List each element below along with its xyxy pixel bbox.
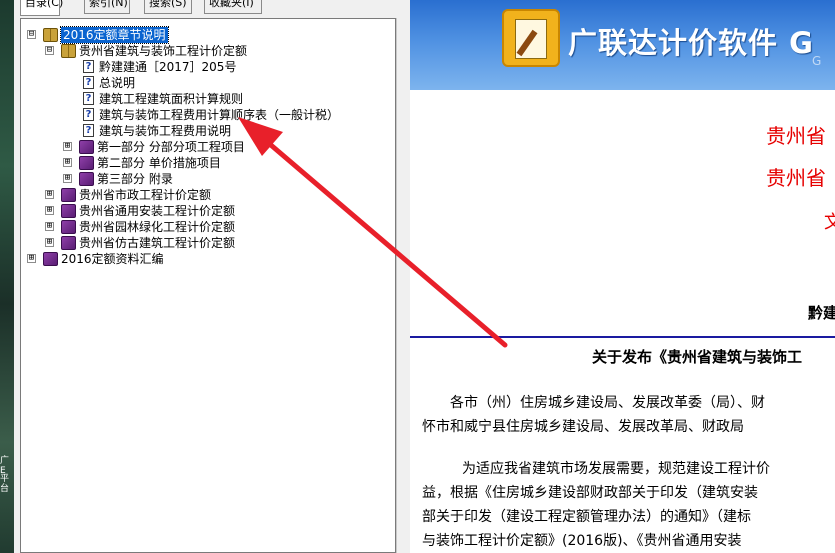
doc-header-fragment: 文 bbox=[824, 212, 835, 233]
help-page-icon: ? bbox=[83, 60, 94, 73]
book-closed-icon bbox=[79, 156, 94, 170]
tree-node-label[interactable]: 总说明 bbox=[99, 75, 135, 91]
book-closed-icon bbox=[79, 140, 94, 154]
expand-icon[interactable]: ⊞ bbox=[45, 222, 54, 231]
help-page-icon: ? bbox=[83, 76, 94, 89]
book-closed-icon bbox=[61, 204, 76, 218]
help-page-icon: ? bbox=[83, 92, 94, 105]
pane-splitter[interactable] bbox=[396, 18, 408, 553]
tree-node-label[interactable]: 第三部分 附录 bbox=[97, 171, 173, 187]
help-window: 目录(C) 索引(N) 搜索(S) 收藏夹(I) ⊟ 2016定额章节说明 ⊟ … bbox=[14, 0, 835, 553]
tree-node-label[interactable]: 第一部分 分部分项工程项目 bbox=[97, 139, 245, 155]
banner-title: 广联达计价软件 G bbox=[568, 26, 814, 60]
expand-icon[interactable]: ⊞ bbox=[27, 254, 36, 263]
help-page-icon: ? bbox=[83, 124, 94, 137]
tree-node-label[interactable]: 黔建建通［2017］205号 bbox=[99, 59, 236, 75]
tree-node-label[interactable]: 贵州省市政工程计价定额 bbox=[79, 187, 211, 203]
desktop-icon-label: 广E bbox=[0, 456, 10, 476]
topic-content: 广联达计价软件 G G 贵州省 贵州省 文 黔建 关于发布《贵州省建筑与装饰工 … bbox=[410, 0, 835, 553]
tree-node-label[interactable]: 2016定额资料汇编 bbox=[61, 251, 164, 267]
doc-header-line: 贵州省 bbox=[766, 166, 826, 190]
book-closed-icon bbox=[61, 220, 76, 234]
paragraph-line: 部关于印发（建设工程定额管理办法）的通知》（建标 bbox=[422, 509, 751, 525]
tree-node-label[interactable]: 贵州省建筑与装饰工程计价定额 bbox=[79, 43, 247, 59]
paragraph-line: 益，根据《住房城乡建设部财政部关于印发（建筑安装 bbox=[422, 485, 758, 501]
doc-header-line: 贵州省 bbox=[766, 124, 826, 148]
tree-node-label[interactable]: 贵州省通用安装工程计价定额 bbox=[79, 203, 235, 219]
expand-icon[interactable]: ⊞ bbox=[45, 238, 54, 247]
tree-node-label[interactable]: 贵州省仿古建筑工程计价定额 bbox=[79, 235, 235, 251]
banner-watermark: G bbox=[812, 54, 822, 68]
document-pencil-logo-icon bbox=[502, 9, 560, 67]
help-page-icon: ? bbox=[83, 108, 94, 121]
expand-icon[interactable]: ⊞ bbox=[63, 142, 72, 151]
collapse-icon[interactable]: ⊟ bbox=[45, 46, 54, 55]
expand-icon[interactable]: ⊞ bbox=[63, 158, 72, 167]
book-closed-icon bbox=[61, 188, 76, 202]
tree-node-label[interactable]: 建筑工程建筑面积计算规则 bbox=[99, 91, 243, 107]
desktop-background: 广E 平台 bbox=[0, 0, 14, 553]
tree-node-label[interactable]: 第二部分 单价措施项目 bbox=[97, 155, 221, 171]
paragraph-line: 与装饰工程计价定额》(2016版)、《贵州省通用安装 bbox=[422, 533, 742, 549]
book-open-icon bbox=[43, 28, 58, 42]
tab-search[interactable]: 搜索(S) bbox=[144, 0, 192, 14]
paragraph-line: 各市（州）住房城乡建设局、发展改革委（局）、财 bbox=[450, 395, 765, 411]
expand-icon[interactable]: ⊞ bbox=[63, 174, 72, 183]
book-open-icon bbox=[61, 44, 76, 58]
paragraph-line: 为适应我省建筑市场发展需要，规范建设工程计价 bbox=[462, 461, 770, 477]
contents-tree[interactable]: ⊟ 2016定额章节说明 ⊟ 贵州省建筑与装饰工程计价定额 ? 黔建建通［201… bbox=[20, 18, 396, 553]
paragraph-line: 怀市和威宁县住房城乡建设局、发展改革局、财政局 bbox=[422, 419, 744, 435]
collapse-icon[interactable]: ⊟ bbox=[27, 30, 36, 39]
tree-node-label[interactable]: 建筑与装饰工程费用计算顺序表（一般计税） bbox=[99, 107, 339, 123]
tree-node-label[interactable]: 贵州省园林绿化工程计价定额 bbox=[79, 219, 235, 235]
expand-icon[interactable]: ⊞ bbox=[45, 190, 54, 199]
book-closed-icon bbox=[43, 252, 58, 266]
tree-node-label[interactable]: 2016定额章节说明 bbox=[60, 26, 169, 44]
expand-icon[interactable]: ⊞ bbox=[45, 206, 54, 215]
doc-heading: 关于发布《贵州省建筑与装饰工 bbox=[592, 348, 803, 366]
tree-node-label[interactable]: 建筑与装饰工程费用说明 bbox=[99, 123, 231, 139]
doc-number: 黔建 bbox=[808, 304, 835, 322]
book-closed-icon bbox=[61, 236, 76, 250]
book-closed-icon bbox=[79, 172, 94, 186]
desktop-icon-label: 平台 bbox=[0, 474, 10, 494]
product-banner: 广联达计价软件 G G bbox=[410, 0, 835, 90]
tab-index[interactable]: 索引(N) bbox=[84, 0, 130, 14]
header-rule bbox=[410, 336, 835, 338]
tab-contents[interactable]: 目录(C) bbox=[20, 0, 63, 16]
tab-favorites[interactable]: 收藏夹(I) bbox=[204, 0, 262, 14]
